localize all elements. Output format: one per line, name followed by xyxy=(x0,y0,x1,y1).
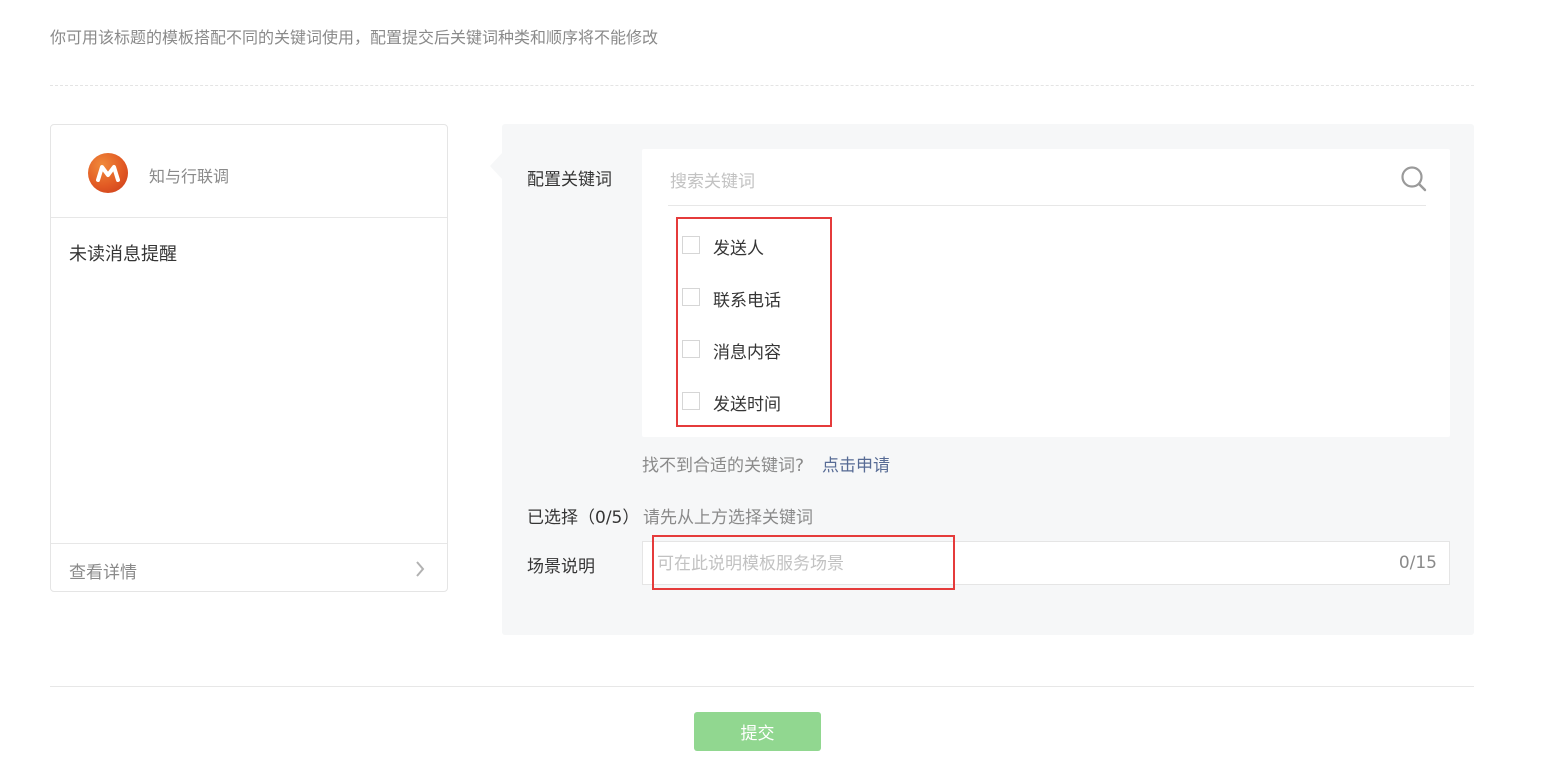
keyword-label: 发送时间 xyxy=(713,395,781,415)
view-details-link[interactable]: 查看详情 xyxy=(51,543,447,593)
keyword-checkbox[interactable] xyxy=(682,392,700,410)
template-title: 未读消息提醒 xyxy=(69,244,177,265)
keyword-label: 联系电话 xyxy=(713,291,781,311)
preview-header: 知与行联调 xyxy=(51,125,447,218)
submit-button[interactable]: 提交 xyxy=(694,712,821,751)
keyword-label: 消息内容 xyxy=(713,343,781,363)
bottom-divider xyxy=(50,686,1474,687)
keyword-list-box: 发送人 联系电话 消息内容 发送时间 xyxy=(642,149,1450,437)
dashed-divider xyxy=(50,85,1474,86)
page-hint: 你可用该标题的模板搭配不同的关键词使用，配置提交后关键词种类和顺序将不能修改 xyxy=(50,28,659,47)
keyword-config-panel: 配置关键词 发送人 联系电话 消息内容 发送时间 找不到合适的关键词? 点击申请… xyxy=(502,124,1474,635)
keyword-checkbox[interactable] xyxy=(682,236,700,254)
scene-label: 场景说明 xyxy=(527,557,595,577)
keyword-checkbox[interactable] xyxy=(682,288,700,306)
scene-field: 0/15 xyxy=(642,541,1450,586)
selected-hint: 请先从上方选择关键词 xyxy=(643,508,813,528)
search-underline xyxy=(668,205,1426,206)
template-preview-card: 知与行联调 未读消息提醒 查看详情 xyxy=(50,124,448,592)
scene-description-input[interactable] xyxy=(655,542,1359,586)
m-logo xyxy=(88,153,128,193)
keyword-not-found-text: 找不到合适的关键词? xyxy=(642,456,805,476)
search-icon[interactable] xyxy=(1400,165,1428,193)
chevron-right-icon xyxy=(416,561,425,577)
keyword-label: 发送人 xyxy=(713,239,764,259)
keyword-search-input[interactable] xyxy=(668,163,1372,201)
scene-char-counter: 0/15 xyxy=(1398,553,1437,573)
keywords-label: 配置关键词 xyxy=(527,170,612,190)
keyword-checkbox[interactable] xyxy=(682,340,700,358)
brand-name: 知与行联调 xyxy=(149,167,230,186)
selected-count-label: 已选择（0/5） xyxy=(527,508,640,528)
view-details-label: 查看详情 xyxy=(69,563,137,583)
apply-keyword-link[interactable]: 点击申请 xyxy=(822,451,890,476)
